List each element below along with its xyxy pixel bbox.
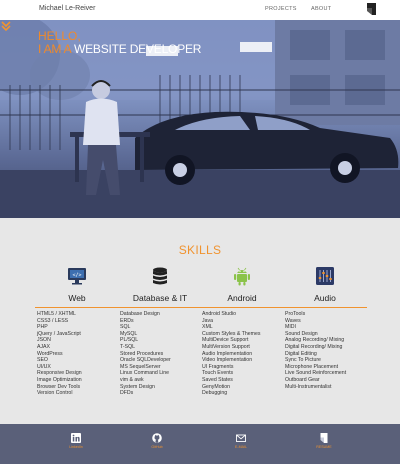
list-item: SQL	[120, 324, 131, 331]
list-item: Microphone Placement	[285, 363, 339, 370]
scroll-down-chevron-icon[interactable]	[0, 20, 12, 32]
email-icon	[236, 434, 246, 442]
list-item: UI Fragments	[202, 363, 234, 370]
nav-projects-link[interactable]: PROJECTS	[265, 6, 297, 12]
skill-column-title: Web	[68, 293, 86, 303]
hero-headline: I AM A WEBSITE DEVELOPER	[38, 43, 201, 56]
skill-column-title: Audio	[314, 293, 336, 303]
list-item: Android Studio	[202, 311, 237, 317]
list-item: Browser Dev Tools	[37, 383, 81, 390]
resume-icon	[320, 433, 328, 443]
list-item: CSS3 / LESS	[37, 317, 69, 324]
list-item: WordPress	[37, 350, 63, 357]
list-item: Digital Recording/ Mixing	[285, 343, 343, 350]
list-item: Database Design	[120, 311, 160, 317]
list-item: Version Control	[37, 390, 73, 397]
list-item: Saved States	[202, 376, 233, 383]
list-item: System Design	[120, 383, 155, 390]
footer-linkedin-link[interactable]: LinkedIn	[64, 433, 88, 449]
top-nav-bar: Michael Le-Reiver PROJECTS ABOUT	[0, 0, 400, 20]
mixer-icon	[316, 267, 334, 285]
hero-headline-prefix: I AM A	[38, 42, 71, 56]
footer-label: E-MAIL	[235, 445, 247, 449]
divider	[35, 307, 119, 308]
footer-bar: LinkedIn GitHub E-MAIL RESUME	[0, 424, 400, 464]
list-item: Stored Procedures	[120, 350, 164, 357]
list-item: Analog Recording/ Mixing	[285, 337, 345, 344]
list-item: SEO	[37, 357, 48, 364]
site-brand[interactable]: Michael Le-Reiver	[39, 5, 95, 12]
list-item: MIDI	[285, 324, 296, 331]
android-icon	[234, 267, 250, 286]
github-icon	[152, 433, 162, 443]
list-item: XML	[202, 324, 213, 331]
nav-about-link[interactable]: ABOUT	[311, 6, 331, 12]
list-item: Outboard Gear	[285, 376, 320, 383]
footer-resume-link[interactable]: RESUME	[312, 433, 336, 449]
list-item: ERDs	[120, 317, 134, 324]
list-item: Video Implementation	[202, 357, 253, 364]
list-item: Debugging	[202, 390, 228, 397]
list-item: ProTools	[285, 311, 306, 317]
list-item: Audio Implementation	[202, 350, 253, 357]
list-item: Custom Styles & Themes	[202, 330, 261, 337]
skill-column-title: Android	[227, 293, 257, 303]
list-item: DFDs	[120, 390, 134, 397]
database-icon	[153, 267, 167, 285]
list-item: MS SequelServer	[120, 363, 161, 370]
footer-github-link[interactable]: GitHub	[145, 433, 169, 449]
skill-list: HTML5 / XHTML CSS3 / LESS PHP jQuery / J…	[37, 311, 82, 397]
svg-text:</>: </>	[72, 273, 81, 279]
list-item: Digital Editing	[285, 350, 317, 357]
list-item: GenyMotion	[202, 383, 230, 390]
list-item: MySQL	[120, 330, 138, 337]
skill-list: ProTools Waves MIDI Sound Design Analog …	[285, 311, 346, 390]
footer-label: LinkedIn	[69, 445, 83, 449]
list-item: HTML5 / XHTML	[37, 311, 76, 317]
list-item: Responsive Design	[37, 370, 82, 377]
list-item: Oracle SQLDeveloper	[120, 357, 171, 364]
list-item: Java	[202, 317, 213, 324]
divider	[283, 307, 367, 308]
resume-doc-icon[interactable]	[367, 3, 376, 15]
list-item: UI/UX	[37, 363, 51, 370]
list-item: Waves	[285, 317, 301, 324]
list-item: MultiDevice Support	[202, 337, 249, 344]
divider	[118, 307, 202, 308]
hero-headline-role: WEBSITE DEVELOPER	[73, 42, 202, 56]
list-item: Multi-Instrumentalist	[285, 383, 332, 390]
list-item: Live Sound Reinforcement	[285, 370, 347, 377]
divider	[200, 307, 284, 308]
list-item: Touch Events	[202, 370, 234, 377]
skills-heading: SKILLS	[178, 243, 222, 257]
list-item: AJAX	[37, 343, 50, 350]
skill-list: Database Design ERDs SQL MySQL PL/SQL T-…	[120, 311, 171, 397]
footer-label: RESUME	[316, 445, 332, 449]
footer-email-link[interactable]: E-MAIL	[229, 433, 253, 449]
footer-label: GitHub	[151, 445, 163, 449]
list-item: Sync To Picture	[285, 357, 321, 364]
skill-column-title: Database & IT	[132, 293, 188, 303]
list-item: Sound Design	[285, 330, 318, 337]
list-item: jQuery / JavaScript	[37, 330, 81, 337]
list-item: T-SQL	[120, 343, 135, 350]
list-item: Image Optimization	[37, 376, 82, 383]
list-item: JSON	[37, 337, 51, 344]
code-monitor-icon: </>	[68, 268, 86, 285]
list-item: PL/SQL	[120, 337, 139, 344]
list-item: MultiVersion Support	[202, 343, 250, 350]
skill-list: Android Studio Java XML Custom Styles & …	[202, 311, 260, 397]
list-item: Linux Command Line	[120, 370, 170, 377]
hero-banner: HELLO, I AM A WEBSITE DEVELOPER	[0, 20, 400, 218]
list-item: PHP	[37, 324, 48, 331]
linkedin-icon	[71, 433, 81, 443]
list-item: vim & awk	[120, 376, 144, 383]
